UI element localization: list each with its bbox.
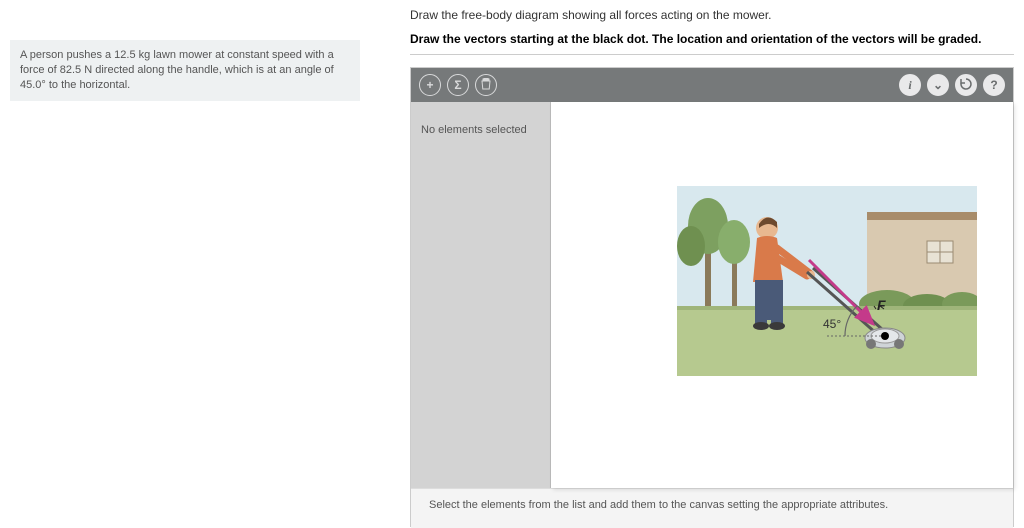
info-button[interactable]: i <box>899 74 921 96</box>
reset-button[interactable] <box>955 74 977 96</box>
plus-icon: + <box>426 78 433 92</box>
delete-button[interactable] <box>475 74 497 96</box>
divider <box>410 54 1014 55</box>
info-icon: i <box>908 78 911 93</box>
trash-icon <box>481 78 491 93</box>
add-button[interactable]: + <box>419 74 441 96</box>
dropdown-button[interactable]: ⌄ <box>927 74 949 96</box>
vector-editor: + Σ i ⌄ <box>410 67 1014 527</box>
mower-illustration: F 45° <box>677 186 977 376</box>
unit-n: N <box>84 64 92 76</box>
instruction-bold: Draw the vectors starting at the black d… <box>410 32 1014 46</box>
reset-icon <box>959 77 973 94</box>
elements-panel: No elements selected <box>411 102 551 488</box>
question-icon: ? <box>990 78 997 92</box>
origin-dot[interactable] <box>881 332 889 340</box>
problem-text: A person pushes a 12.5 <box>20 49 139 61</box>
chevron-down-icon: ⌄ <box>933 78 943 92</box>
editor-body: No elements selected <box>411 102 1013 488</box>
editor-toolbar: + Σ i ⌄ <box>411 68 1013 102</box>
drawing-canvas[interactable]: F 45° <box>551 102 1013 488</box>
toolbar-right: i ⌄ ? <box>899 74 1005 96</box>
instruction-main: Draw the free-body diagram showing all f… <box>410 8 1014 22</box>
sigma-icon: Σ <box>454 78 461 92</box>
panel-status: No elements selected <box>421 124 540 136</box>
help-button[interactable]: ? <box>983 74 1005 96</box>
hint-text: Select the elements from the list and ad… <box>429 499 888 511</box>
problem-column: A person pushes a 12.5 kg lawn mower at … <box>0 0 370 528</box>
angle-label: 45° <box>823 317 841 331</box>
force-label: F <box>877 297 886 313</box>
sum-button[interactable]: Σ <box>447 74 469 96</box>
hint-bar: Select the elements from the list and ad… <box>411 488 1013 528</box>
problem-statement: A person pushes a 12.5 kg lawn mower at … <box>10 40 360 101</box>
page-root: A person pushes a 12.5 kg lawn mower at … <box>0 0 1024 528</box>
toolbar-left: + Σ <box>419 74 497 96</box>
answer-column: Draw the free-body diagram showing all f… <box>370 0 1024 528</box>
unit-kg: kg <box>139 49 151 61</box>
